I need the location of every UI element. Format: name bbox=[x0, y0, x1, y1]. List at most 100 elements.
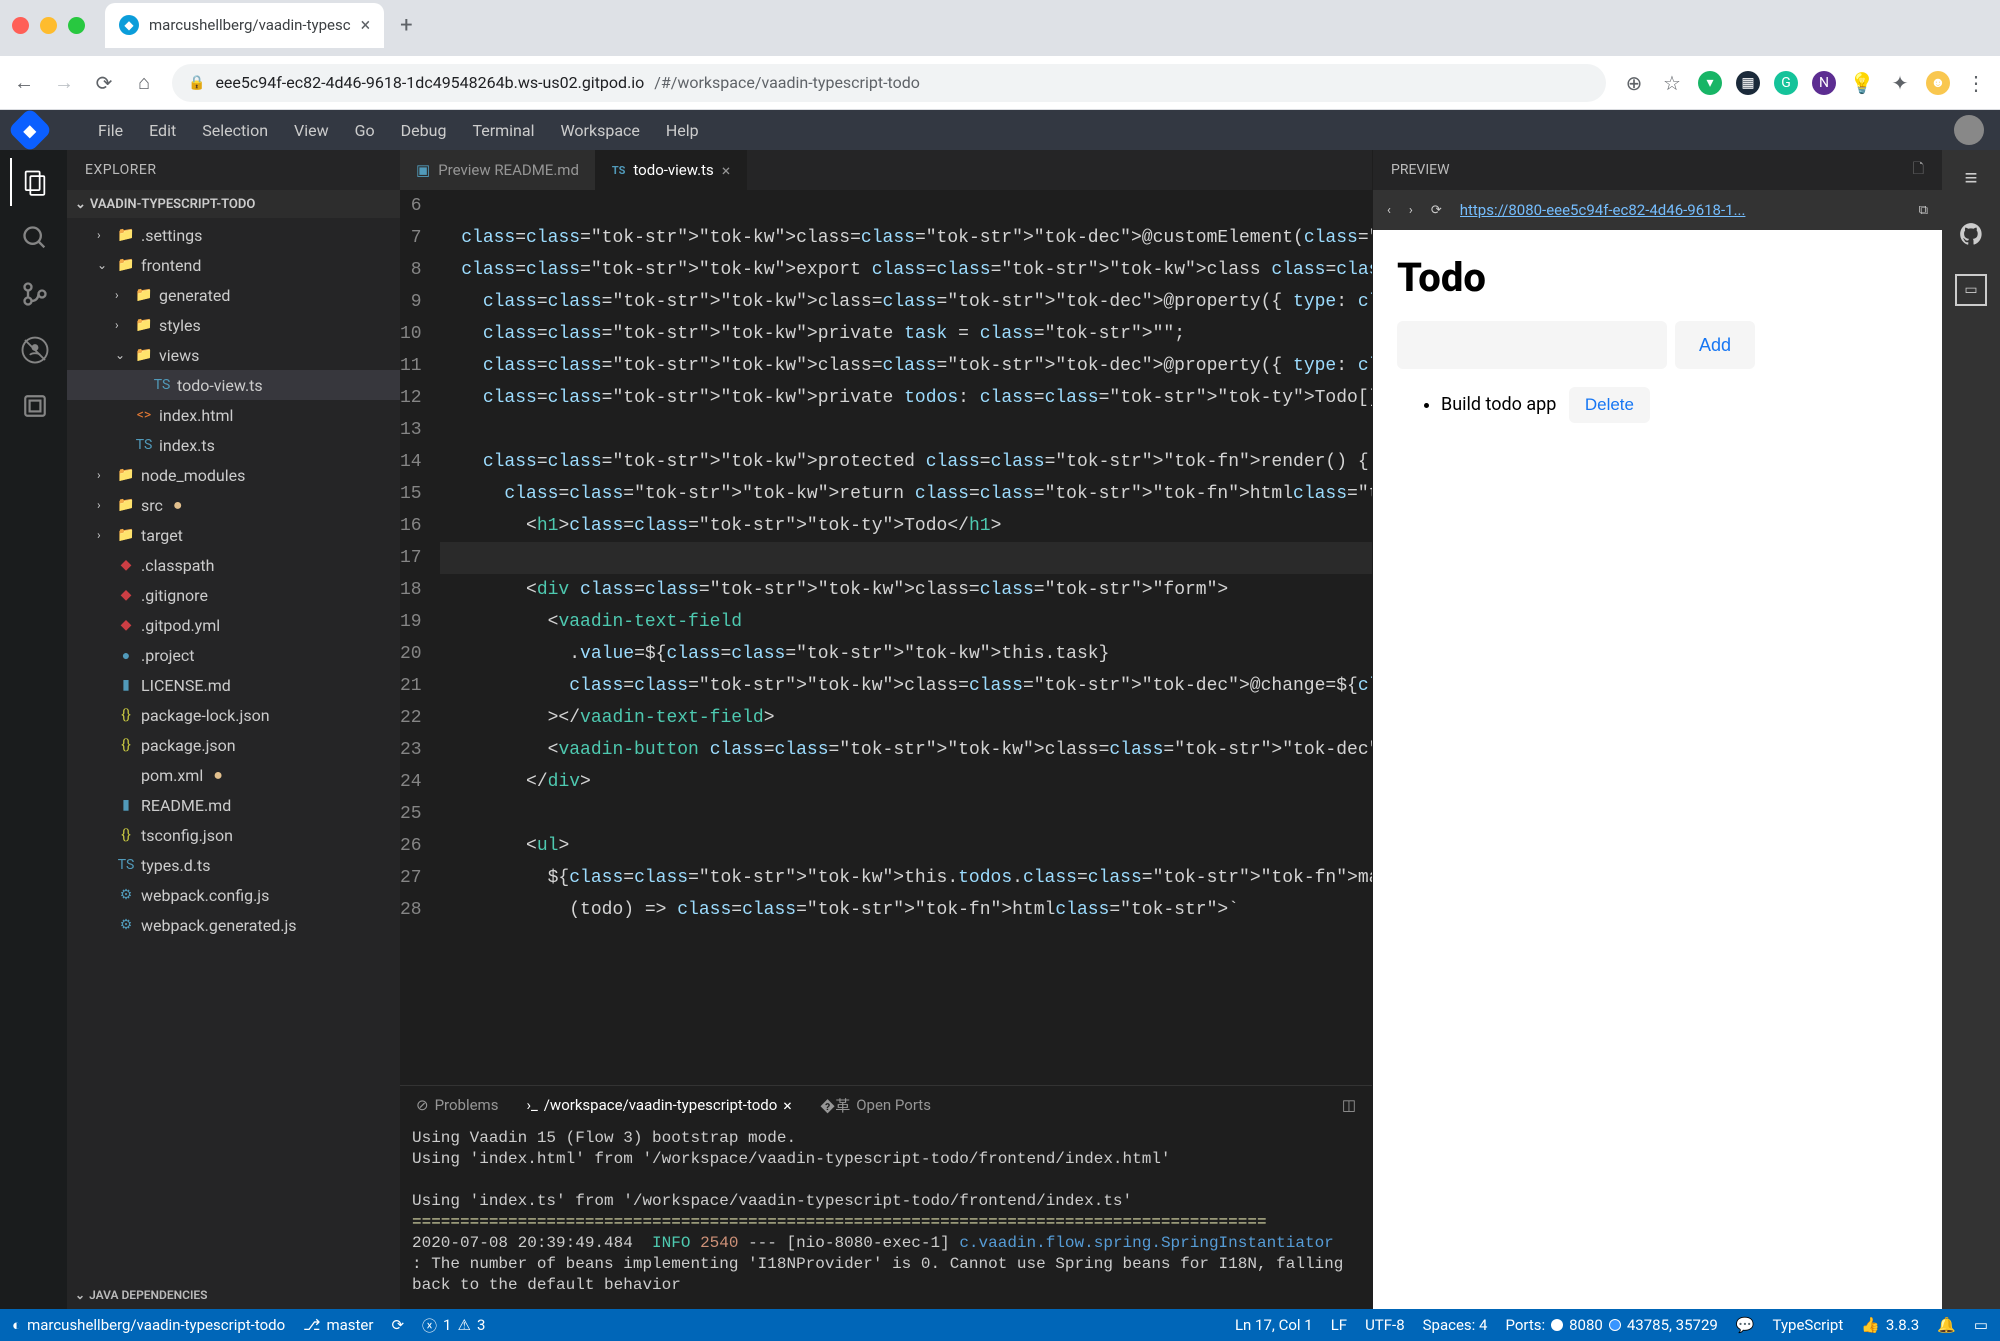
preview-reload-icon[interactable]: ⟳ bbox=[1431, 203, 1442, 218]
status-problems[interactable]: ⓧ1 ⚠3 bbox=[422, 1315, 485, 1336]
folder-item[interactable]: ›📁target bbox=[67, 520, 400, 550]
code-content[interactable]: class=class="tok-str">"tok-kw">class=cla… bbox=[440, 190, 1372, 1085]
open-file-icon[interactable]: 🗋 bbox=[1913, 158, 1924, 182]
source-control-icon[interactable] bbox=[10, 270, 58, 318]
extension-icon[interactable]: N bbox=[1812, 71, 1836, 95]
java-deps-section[interactable]: ⌄ JAVA DEPENDENCIES bbox=[67, 1281, 400, 1309]
extension-icon[interactable]: G bbox=[1774, 71, 1798, 95]
status-bell[interactable]: 🔔 bbox=[1937, 1316, 1956, 1334]
menu-view[interactable]: View bbox=[294, 121, 329, 140]
file-item[interactable]: ◆.gitignore bbox=[67, 580, 400, 610]
file-item[interactable]: pom.xml● bbox=[67, 760, 400, 790]
problems-tab[interactable]: ⊘Problems bbox=[416, 1096, 498, 1114]
extension-icon[interactable]: 💡 bbox=[1850, 71, 1874, 95]
folder-item[interactable]: ›📁src● bbox=[67, 490, 400, 520]
file-item[interactable]: TStypes.d.ts bbox=[67, 850, 400, 880]
close-tab-icon[interactable]: × bbox=[722, 161, 731, 180]
file-item[interactable]: ◆.classpath bbox=[67, 550, 400, 580]
code-editor[interactable]: 6 7 8 9 10 11 12 13 14 15 16 17 18 19 20… bbox=[400, 190, 1372, 1085]
search-icon[interactable] bbox=[10, 214, 58, 262]
menu-debug[interactable]: Debug bbox=[401, 121, 447, 140]
todo-input[interactable] bbox=[1397, 321, 1667, 369]
zoom-icon[interactable]: ⊕ bbox=[1622, 71, 1646, 95]
delete-button[interactable]: Delete bbox=[1569, 387, 1650, 423]
file-item[interactable]: {}package-lock.json bbox=[67, 700, 400, 730]
back-button[interactable]: ← bbox=[12, 71, 36, 95]
extension-icon[interactable]: ▾ bbox=[1698, 71, 1722, 95]
preview-back-icon[interactable]: ‹ bbox=[1387, 203, 1391, 218]
profile-avatar[interactable]: ☻ bbox=[1926, 71, 1950, 95]
outline-icon[interactable] bbox=[10, 382, 58, 430]
github-icon[interactable] bbox=[1955, 218, 1987, 250]
status-sync[interactable]: ⟳ bbox=[391, 1316, 404, 1334]
menu-go[interactable]: Go bbox=[355, 121, 375, 140]
status-eol[interactable]: LF bbox=[1331, 1316, 1347, 1334]
open-ports-tab[interactable]: �革Open Ports bbox=[820, 1095, 931, 1116]
new-tab-button[interactable]: + bbox=[384, 13, 428, 38]
folder-item[interactable]: ›📁styles bbox=[67, 310, 400, 340]
project-section[interactable]: ⌄ VAADIN-TYPESCRIPT-TODO bbox=[67, 190, 400, 218]
file-item[interactable]: {}tsconfig.json bbox=[67, 820, 400, 850]
file-item[interactable]: ◆.gitpod.yml bbox=[67, 610, 400, 640]
file-item[interactable]: <>index.html bbox=[67, 400, 400, 430]
status-version[interactable]: 👍3.8.3 bbox=[1861, 1316, 1919, 1334]
status-cursor[interactable]: Ln 17, Col 1 bbox=[1235, 1316, 1313, 1334]
file-label: frontend bbox=[141, 256, 201, 275]
maximize-window-button[interactable] bbox=[68, 17, 85, 34]
forward-button[interactable]: → bbox=[52, 71, 76, 95]
menu-terminal[interactable]: Terminal bbox=[472, 121, 534, 140]
add-button[interactable]: Add bbox=[1675, 321, 1755, 369]
file-item[interactable]: ▮README.md bbox=[67, 790, 400, 820]
file-item[interactable]: ▮LICENSE.md bbox=[67, 670, 400, 700]
file-item[interactable]: ⚙webpack.config.js bbox=[67, 880, 400, 910]
extension-icon[interactable]: ▦ bbox=[1736, 71, 1760, 95]
user-avatar[interactable] bbox=[1954, 115, 1984, 145]
menu-workspace[interactable]: Workspace bbox=[560, 121, 639, 140]
browser-preview-icon[interactable]: ▭ bbox=[1955, 274, 1987, 306]
status-branch[interactable]: ⎇master bbox=[303, 1316, 373, 1334]
folder-item[interactable]: ›📁.settings bbox=[67, 220, 400, 250]
explorer-icon[interactable] bbox=[10, 158, 58, 206]
status-layout[interactable]: ▭ bbox=[1974, 1316, 1988, 1334]
status-language[interactable]: TypeScript bbox=[1773, 1316, 1844, 1334]
home-button[interactable]: ⌂ bbox=[132, 71, 156, 95]
address-bar[interactable]: 🔒 eee5c94f-ec82-4d46-9618-1dc49548264b.w… bbox=[172, 64, 1606, 102]
file-item[interactable]: ●.project bbox=[67, 640, 400, 670]
close-tab-icon[interactable]: × bbox=[361, 15, 371, 36]
menu-file[interactable]: File bbox=[98, 121, 123, 140]
open-external-icon[interactable]: ⧉ bbox=[1919, 203, 1928, 218]
extensions-menu-icon[interactable]: ✦ bbox=[1888, 71, 1912, 95]
bookmark-icon[interactable]: ☆ bbox=[1660, 71, 1684, 95]
folder-item[interactable]: ›📁generated bbox=[67, 280, 400, 310]
folder-item[interactable]: ⌄📁views bbox=[67, 340, 400, 370]
folder-item[interactable]: ›📁node_modules bbox=[67, 460, 400, 490]
folder-item[interactable]: ⌄📁frontend bbox=[67, 250, 400, 280]
status-feedback[interactable]: 💬 bbox=[1736, 1316, 1755, 1334]
file-item[interactable]: TStodo-view.ts bbox=[67, 370, 400, 400]
status-ports[interactable]: Ports: 8080 43785, 35729 bbox=[1505, 1316, 1717, 1334]
list-icon[interactable]: ≡ bbox=[1955, 162, 1987, 194]
file-item[interactable]: ⚙webpack.generated.js bbox=[67, 910, 400, 940]
preview-url[interactable]: https://8080-eee5c94f-ec82-4d46-9618-1..… bbox=[1460, 201, 1901, 219]
status-spaces[interactable]: Spaces: 4 bbox=[1423, 1316, 1488, 1334]
close-window-button[interactable] bbox=[12, 17, 29, 34]
tab-readme[interactable]: ▣ Preview README.md bbox=[400, 150, 596, 190]
status-repo[interactable]: ◐marcushellberg/vaadin-typescript-todo bbox=[12, 1316, 285, 1334]
terminal-tab[interactable]: ›_/workspace/vaadin-typescript-todo× bbox=[526, 1096, 791, 1115]
browser-menu-icon[interactable]: ⋮ bbox=[1964, 71, 1988, 95]
menu-edit[interactable]: Edit bbox=[149, 121, 176, 140]
minimize-window-button[interactable] bbox=[40, 17, 57, 34]
debug-icon[interactable] bbox=[10, 326, 58, 374]
menu-selection[interactable]: Selection bbox=[202, 121, 268, 140]
menu-help[interactable]: Help bbox=[666, 121, 699, 140]
browser-tab[interactable]: ◆ marcushellberg/vaadin-typesc × bbox=[105, 3, 384, 48]
preview-forward-icon[interactable]: › bbox=[1409, 203, 1413, 218]
status-encoding[interactable]: UTF-8 bbox=[1365, 1316, 1405, 1334]
reload-button[interactable]: ⟳ bbox=[92, 71, 116, 95]
split-panel-icon[interactable]: ◫ bbox=[1342, 1096, 1356, 1114]
close-icon[interactable]: × bbox=[783, 1096, 792, 1115]
file-item[interactable]: {}package.json bbox=[67, 730, 400, 760]
tab-todo-view[interactable]: TS todo-view.ts × bbox=[596, 150, 747, 190]
file-item[interactable]: TSindex.ts bbox=[67, 430, 400, 460]
terminal-output[interactable]: Using Vaadin 15 (Flow 3) bootstrap mode.… bbox=[400, 1124, 1372, 1309]
